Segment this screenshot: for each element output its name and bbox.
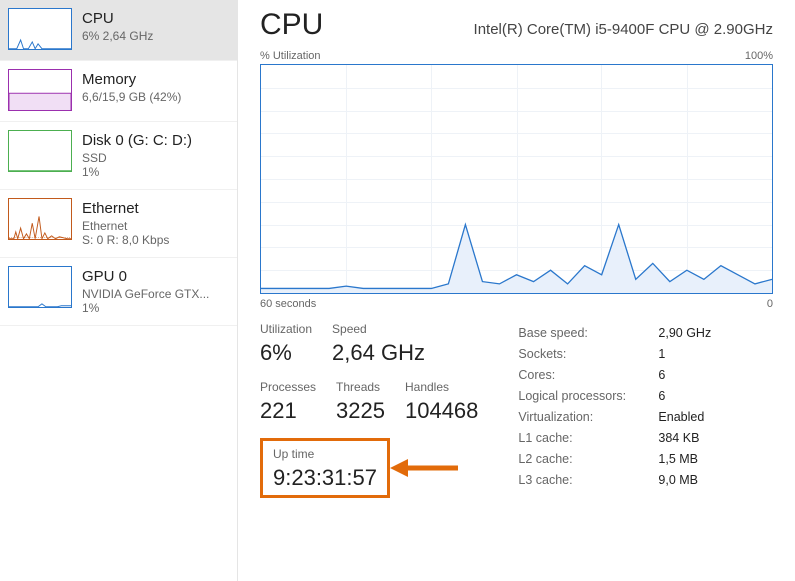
ethernet-thumb: [8, 198, 72, 240]
chart-top-labels: % Utilization 100%: [260, 50, 773, 62]
main-panel: CPU Intel(R) Core(TM) i5-9400F CPU @ 2.9…: [238, 0, 795, 581]
gpu-thumb: [8, 266, 72, 308]
sidebar-item-memory[interactable]: Memory 6,6/15,9 GB (42%): [0, 61, 237, 122]
stat-processes: Processes 221: [260, 380, 316, 424]
sidebar-item-ethernet[interactable]: Ethernet Ethernet S: 0 R: 8,0 Kbps: [0, 190, 237, 258]
sidebar-item-sub: NVIDIA GeForce GTX... 1%: [82, 287, 209, 315]
sidebar-item-title: Disk 0 (G: C: D:): [82, 132, 192, 149]
stat-handles: Handles 104468: [405, 380, 478, 424]
chart-bottom-labels: 60 seconds 0: [260, 298, 773, 310]
main-header: CPU Intel(R) Core(TM) i5-9400F CPU @ 2.9…: [260, 8, 773, 42]
stat-uptime-highlight: Up time 9:23:31:57: [260, 438, 390, 498]
disk-thumb: [8, 130, 72, 172]
stats-area: Utilization 6% Speed 2,64 GHz Processes …: [260, 322, 773, 498]
cpu-model: Intel(R) Core(TM) i5-9400F CPU @ 2.90GHz: [474, 21, 773, 38]
spec-table: Base speed:2,90 GHz Sockets:1 Cores:6 Lo…: [518, 322, 773, 498]
sidebar-item-sub: 6,6/15,9 GB (42%): [82, 90, 181, 104]
chart-ylabel: % Utilization: [260, 50, 321, 62]
sidebar-item-cpu[interactable]: CPU 6% 2,64 GHz: [0, 0, 237, 61]
chart-xleft: 60 seconds: [260, 298, 316, 310]
chart-xright: 0: [767, 298, 773, 310]
sidebar-item-sub: Ethernet S: 0 R: 8,0 Kbps: [82, 219, 169, 247]
stat-utilization: Utilization 6%: [260, 322, 312, 366]
sidebar: CPU 6% 2,64 GHz Memory 6,6/15,9 GB (42%)…: [0, 0, 238, 581]
memory-thumb: [8, 69, 72, 111]
cpu-thumb: [8, 8, 72, 50]
sidebar-item-sub: 6% 2,64 GHz: [82, 29, 153, 43]
annotation-arrow-icon: [390, 455, 460, 481]
sidebar-item-title: Memory: [82, 71, 181, 88]
stat-threads: Threads 3225: [336, 380, 385, 424]
chart-ymax: 100%: [745, 50, 773, 62]
page-title: CPU: [260, 8, 323, 42]
cpu-utilization-chart: [260, 64, 773, 294]
sidebar-item-title: CPU: [82, 10, 153, 27]
stat-speed: Speed 2,64 GHz: [332, 322, 425, 366]
sidebar-item-title: Ethernet: [82, 200, 169, 217]
sidebar-item-gpu[interactable]: GPU 0 NVIDIA GeForce GTX... 1%: [0, 258, 237, 326]
sidebar-item-title: GPU 0: [82, 268, 209, 285]
sidebar-item-sub: SSD 1%: [82, 151, 192, 179]
sidebar-item-disk[interactable]: Disk 0 (G: C: D:) SSD 1%: [0, 122, 237, 190]
